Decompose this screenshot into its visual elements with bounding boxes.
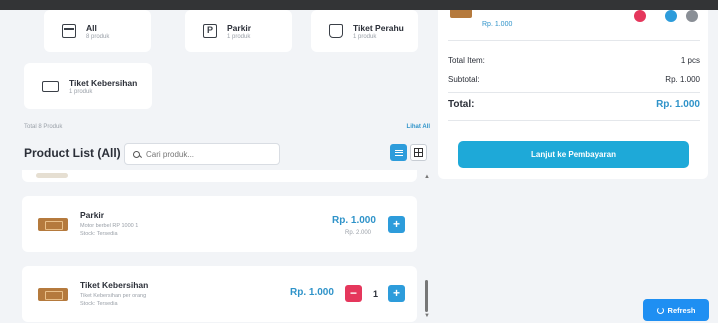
- cart-summary: Rp. 1.000 Total Item: 1 pcs Subtotal: Rp…: [438, 10, 708, 179]
- all-icon: [62, 24, 76, 38]
- category-parkir[interactable]: P Parkir 1 produk: [185, 10, 292, 52]
- category-count: 8 produk: [86, 33, 110, 40]
- quantity-value: 1: [373, 289, 379, 299]
- subtotal-label: Subtotal:: [448, 75, 480, 84]
- ticket-thumbnail-icon: [38, 288, 68, 301]
- category-name: Tiket Perahu: [353, 22, 404, 33]
- product-name: Tiket Kebersihan: [80, 280, 149, 290]
- ticket-thumbnail-icon: [38, 218, 68, 231]
- ticket-icon: [42, 80, 59, 92]
- total-products-label: Total 8 Produk: [24, 124, 63, 130]
- list-icon: [394, 149, 403, 156]
- product-original-price: Rp. 2.000: [345, 230, 372, 236]
- grid-icon: [414, 148, 423, 157]
- total-item-value: 1 pcs: [680, 56, 700, 65]
- divider: [448, 40, 700, 41]
- product-item-tiket-kebersihan[interactable]: Tiket Kebersihan Tiket Kebersihan per or…: [22, 266, 417, 322]
- subtotal-value: Rp. 1.000: [665, 75, 700, 84]
- refresh-icon: [656, 306, 664, 314]
- search-input[interactable]: [146, 149, 276, 159]
- product-item-parkir[interactable]: Parkir Motor berbel RP 1000 1 Stock: Ter…: [22, 196, 417, 252]
- total-item-label: Total Item:: [448, 56, 485, 65]
- cart-dot-gray[interactable]: [686, 10, 698, 22]
- scroll-up-arrow[interactable]: ▲: [424, 174, 430, 180]
- add-button[interactable]: +: [388, 285, 405, 302]
- category-name: Parkir: [227, 22, 252, 33]
- refresh-label: Refresh: [667, 305, 696, 315]
- scroll-down-arrow[interactable]: ▼: [424, 313, 430, 319]
- category-name: All: [86, 22, 97, 33]
- refresh-button[interactable]: Refresh: [643, 299, 709, 321]
- category-count: 1 produk: [69, 88, 93, 95]
- grid-view-button[interactable]: [410, 144, 427, 161]
- product-name: Parkir: [80, 210, 105, 220]
- total-label: Total:: [448, 99, 475, 110]
- category-count: 1 produk: [227, 33, 251, 40]
- subtotal-row: Subtotal: Rp. 1.000: [448, 75, 700, 84]
- product-price: Rp. 1.000: [290, 287, 334, 298]
- product-list: Parkir Motor berbel RP 1000 1 Stock: Ter…: [22, 170, 432, 323]
- category-name: Tiket Kebersihan: [69, 77, 138, 88]
- boat-icon: [329, 24, 343, 38]
- category-count: 1 produk: [353, 33, 377, 40]
- parking-icon: P: [203, 24, 217, 38]
- divider: [448, 92, 700, 93]
- search-icon: [133, 150, 140, 158]
- cart-panel: Rp. 1.000 Total Item: 1 pcs Subtotal: Rp…: [438, 0, 718, 323]
- category-all[interactable]: All 8 produk: [44, 10, 151, 52]
- see-all-link[interactable]: Lihat All: [407, 124, 430, 130]
- product-stock: Stock: Tersedia: [80, 301, 118, 307]
- product-stock: Stock: Tersedia: [80, 231, 118, 237]
- divider: [448, 120, 700, 121]
- category-tiket-kebersihan[interactable]: Tiket Kebersihan 1 produk: [24, 63, 152, 109]
- cart-dot-blue[interactable]: [665, 10, 677, 22]
- continue-to-payment-button[interactable]: Lanjut ke Pembayaran: [458, 141, 689, 168]
- cart-item-price: Rp. 1.000: [482, 21, 513, 28]
- list-view-button[interactable]: [390, 144, 407, 161]
- cart-item-thumbnail: [450, 10, 472, 18]
- list-item: [22, 170, 417, 182]
- category-tiket-perahu[interactable]: Tiket Perahu 1 produk: [311, 10, 418, 52]
- product-description: Tiket Kebersihan per orang: [80, 293, 147, 299]
- add-button[interactable]: +: [388, 216, 405, 233]
- product-description: Motor berbel RP 1000 1: [80, 223, 139, 229]
- cart-dot-red[interactable]: [634, 10, 646, 22]
- scrollbar-thumb[interactable]: [425, 280, 428, 312]
- product-list-title: Product List (All): [24, 146, 121, 160]
- grand-total-row: Total: Rp. 1.000: [448, 99, 700, 110]
- total-item-row: Total Item: 1 pcs: [448, 56, 700, 65]
- product-price: Rp. 1.000: [332, 215, 376, 226]
- total-products-row: Total 8 Produk Lihat All: [24, 124, 430, 130]
- total-value: Rp. 1.000: [656, 99, 700, 110]
- search-box[interactable]: [124, 143, 280, 165]
- minus-button[interactable]: −: [345, 285, 362, 302]
